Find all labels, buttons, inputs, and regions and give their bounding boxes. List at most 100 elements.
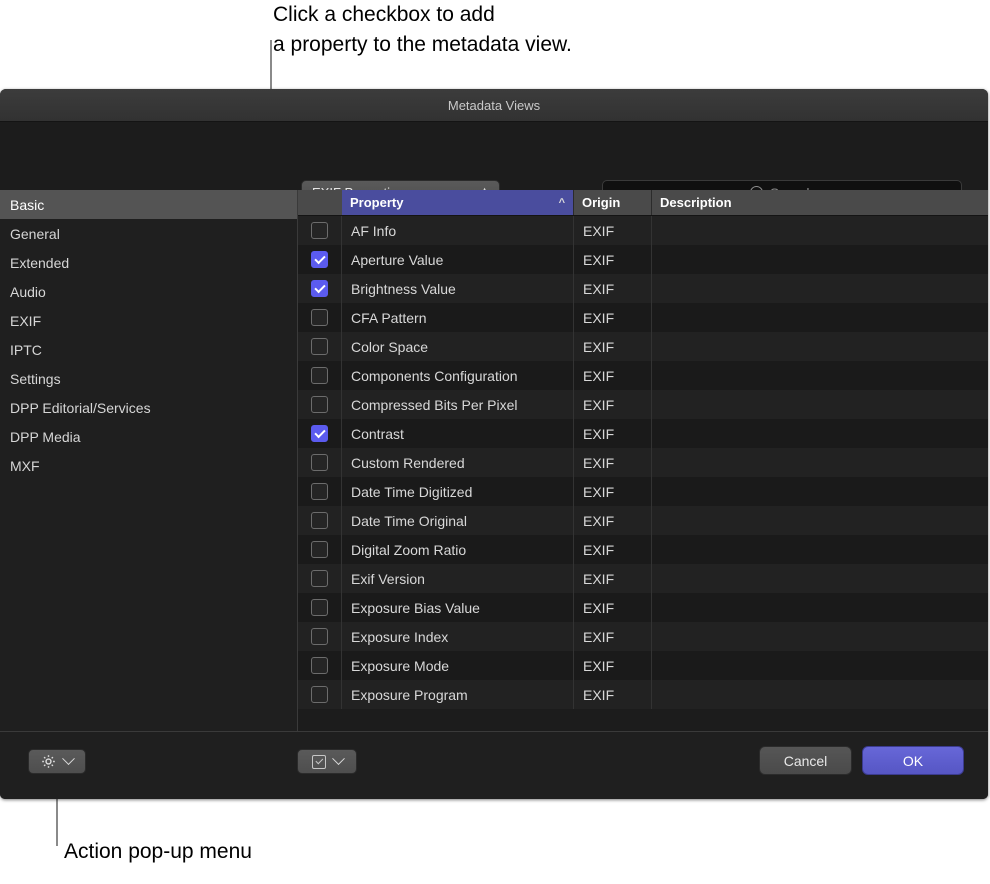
metadata-views-dialog: Metadata Views EXIF Properties ▲▼ Search… bbox=[0, 89, 988, 799]
table-row[interactable]: Exposure Index EXIF bbox=[298, 622, 988, 651]
checkbox-unchecked-icon[interactable] bbox=[311, 338, 328, 355]
table-row[interactable]: Date Time OriginalEXIF bbox=[298, 506, 988, 535]
checkbox-unchecked-icon[interactable] bbox=[311, 367, 328, 384]
dialog-titlebar: Metadata Views bbox=[0, 89, 988, 122]
row-checkbox-cell[interactable] bbox=[298, 245, 342, 274]
cell-property-label: Compressed Bits Per Pixel bbox=[351, 397, 518, 413]
chevron-down-icon bbox=[332, 752, 345, 765]
table-row[interactable]: CFA PatternEXIF bbox=[298, 303, 988, 332]
checkbox-unchecked-icon[interactable] bbox=[311, 686, 328, 703]
cell-origin: EXIF bbox=[574, 390, 652, 419]
checkbox-unchecked-icon[interactable] bbox=[311, 599, 328, 616]
row-checkbox-cell[interactable] bbox=[298, 216, 342, 245]
sidebar-item-dpp-media[interactable]: DPP Media bbox=[0, 422, 297, 451]
cell-origin: EXIF bbox=[574, 274, 652, 303]
checkbox-unchecked-icon[interactable] bbox=[311, 483, 328, 500]
row-checkbox-cell[interactable] bbox=[298, 564, 342, 593]
table-row[interactable]: Exposure Bias Value EXIF bbox=[298, 593, 988, 622]
column-header-origin[interactable]: Origin bbox=[574, 190, 652, 215]
row-checkbox-cell[interactable] bbox=[298, 593, 342, 622]
table-row[interactable]: Date Time DigitizedEXIF bbox=[298, 477, 988, 506]
checkbox-checked-icon[interactable] bbox=[311, 425, 328, 442]
cell-property-label: Exposure Index bbox=[351, 629, 448, 645]
row-checkbox-cell[interactable] bbox=[298, 390, 342, 419]
sidebar-item-label: IPTC bbox=[10, 342, 42, 358]
table-row[interactable]: Exif VersionEXIF bbox=[298, 564, 988, 593]
row-checkbox-cell[interactable] bbox=[298, 477, 342, 506]
cell-property: AF Info bbox=[342, 216, 574, 245]
column-header-property-label: Property bbox=[350, 195, 403, 210]
ok-button[interactable]: OK bbox=[862, 746, 964, 775]
cell-property: Components Configuration bbox=[342, 361, 574, 390]
checkbox-popup-menu-button[interactable] bbox=[297, 749, 357, 774]
table-row[interactable]: Exposure Program EXIF bbox=[298, 680, 988, 709]
sidebar-item-basic[interactable]: Basic bbox=[0, 190, 297, 219]
sidebar-item-exif[interactable]: EXIF bbox=[0, 306, 297, 335]
cell-property: Digital Zoom Ratio bbox=[342, 535, 574, 564]
table-row[interactable]: Color SpaceEXIF bbox=[298, 332, 988, 361]
table-row[interactable]: Aperture ValueEXIF bbox=[298, 245, 988, 274]
checkbox-icon bbox=[312, 755, 326, 769]
sidebar-item-extended[interactable]: Extended bbox=[0, 248, 297, 277]
table-row[interactable]: ContrastEXIF bbox=[298, 419, 988, 448]
cell-property-label: Exposure Program bbox=[351, 687, 468, 703]
checkbox-checked-icon[interactable] bbox=[311, 251, 328, 268]
checkbox-unchecked-icon[interactable] bbox=[311, 657, 328, 674]
chevron-up-icon: ^ bbox=[559, 197, 565, 209]
cell-description bbox=[652, 564, 988, 593]
table-row[interactable]: Components ConfigurationEXIF bbox=[298, 361, 988, 390]
table-row[interactable]: AF InfoEXIF bbox=[298, 216, 988, 245]
table-row[interactable]: Digital Zoom RatioEXIF bbox=[298, 535, 988, 564]
checkbox-unchecked-icon[interactable] bbox=[311, 541, 328, 558]
cell-property: Exposure Bias Value bbox=[342, 593, 574, 622]
action-popup-menu-button[interactable] bbox=[28, 749, 86, 774]
checkbox-unchecked-icon[interactable] bbox=[311, 570, 328, 587]
column-header-property[interactable]: Property ^ bbox=[342, 190, 574, 215]
cell-origin-label: EXIF bbox=[583, 629, 614, 645]
cell-property: Contrast bbox=[342, 419, 574, 448]
sidebar-item-settings[interactable]: Settings bbox=[0, 364, 297, 393]
checkbox-unchecked-icon[interactable] bbox=[311, 454, 328, 471]
row-checkbox-cell[interactable] bbox=[298, 448, 342, 477]
cancel-button[interactable]: Cancel bbox=[759, 746, 852, 775]
checkbox-unchecked-icon[interactable] bbox=[311, 222, 328, 239]
cell-origin-label: EXIF bbox=[583, 397, 614, 413]
row-checkbox-cell[interactable] bbox=[298, 419, 342, 448]
column-header-checkbox[interactable] bbox=[298, 190, 342, 215]
sidebar-item-dpp-editorial-services[interactable]: DPP Editorial/Services bbox=[0, 393, 297, 422]
sidebar-item-audio[interactable]: Audio bbox=[0, 277, 297, 306]
cell-description bbox=[652, 448, 988, 477]
cell-property: Aperture Value bbox=[342, 245, 574, 274]
checkbox-checked-icon[interactable] bbox=[311, 280, 328, 297]
checkbox-unchecked-icon[interactable] bbox=[311, 309, 328, 326]
column-header-description[interactable]: Description bbox=[652, 190, 988, 215]
cell-description bbox=[652, 245, 988, 274]
row-checkbox-cell[interactable] bbox=[298, 303, 342, 332]
row-checkbox-cell[interactable] bbox=[298, 332, 342, 361]
sidebar-item-general[interactable]: General bbox=[0, 219, 297, 248]
cell-origin-label: EXIF bbox=[583, 339, 614, 355]
table-body: AF InfoEXIFAperture ValueEXIFBrightness … bbox=[298, 216, 988, 731]
checkbox-unchecked-icon[interactable] bbox=[311, 512, 328, 529]
cell-origin: EXIF bbox=[574, 622, 652, 651]
row-checkbox-cell[interactable] bbox=[298, 622, 342, 651]
row-checkbox-cell[interactable] bbox=[298, 680, 342, 709]
row-checkbox-cell[interactable] bbox=[298, 361, 342, 390]
row-checkbox-cell[interactable] bbox=[298, 506, 342, 535]
row-checkbox-cell[interactable] bbox=[298, 274, 342, 303]
cell-origin: EXIF bbox=[574, 477, 652, 506]
cell-origin-label: EXIF bbox=[583, 658, 614, 674]
table-row[interactable]: Exposure ModeEXIF bbox=[298, 651, 988, 680]
row-checkbox-cell[interactable] bbox=[298, 535, 342, 564]
table-row[interactable]: Compressed Bits Per Pixel EXIF bbox=[298, 390, 988, 419]
checkbox-unchecked-icon[interactable] bbox=[311, 628, 328, 645]
cell-origin-label: EXIF bbox=[583, 600, 614, 616]
row-checkbox-cell[interactable] bbox=[298, 651, 342, 680]
table-row[interactable]: Custom RenderedEXIF bbox=[298, 448, 988, 477]
sidebar-item-iptc[interactable]: IPTC bbox=[0, 335, 297, 364]
checkbox-unchecked-icon[interactable] bbox=[311, 396, 328, 413]
table-row[interactable]: Brightness ValueEXIF bbox=[298, 274, 988, 303]
cell-origin: EXIF bbox=[574, 506, 652, 535]
sidebar-item-mxf[interactable]: MXF bbox=[0, 451, 297, 480]
cell-origin: EXIF bbox=[574, 680, 652, 709]
